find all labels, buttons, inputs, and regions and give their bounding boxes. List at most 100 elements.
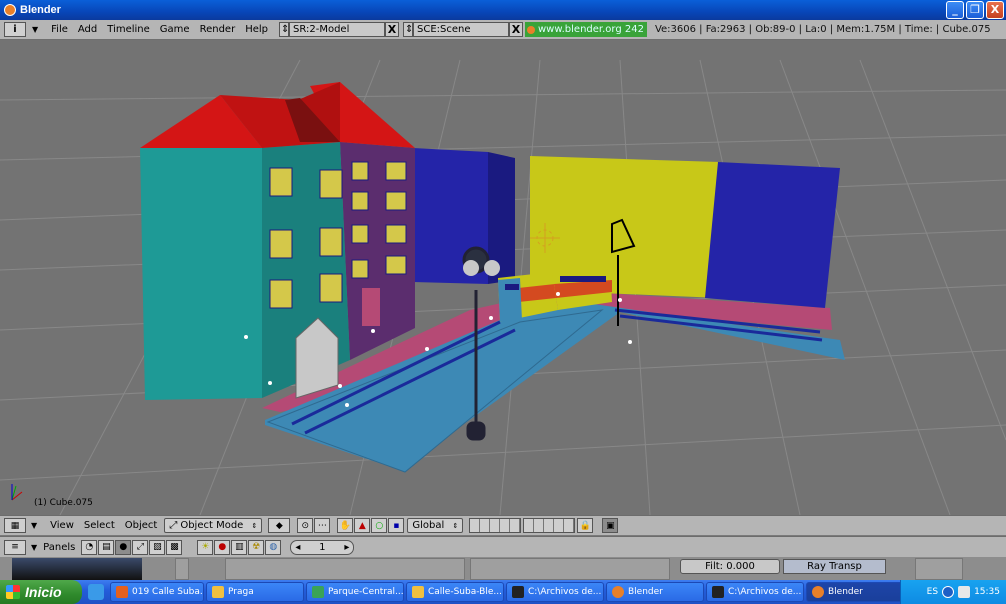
translate-manipulator[interactable]: ▲ bbox=[354, 518, 371, 533]
selected-object-label: (1) Cube.075 bbox=[34, 498, 93, 508]
network-icon[interactable] bbox=[942, 586, 955, 598]
cube-icon: ◆ bbox=[275, 520, 283, 531]
system-tray: ES 15:35 bbox=[900, 580, 1006, 604]
blender-logo-icon bbox=[527, 25, 535, 34]
scene-field[interactable]: SCE:Scene bbox=[413, 22, 509, 37]
task-button[interactable]: Praga bbox=[206, 582, 304, 602]
language-indicator[interactable]: ES bbox=[927, 587, 938, 597]
rotate-manipulator[interactable]: ○ bbox=[371, 518, 388, 533]
filt-field[interactable]: Filt: 0.000 bbox=[680, 559, 780, 574]
scene-browse-button[interactable]: ⇕ bbox=[403, 22, 413, 37]
screen-field[interactable]: SR:2-Model bbox=[289, 22, 385, 37]
ray-transp-button[interactable]: Ray Transp bbox=[783, 559, 886, 574]
task-button-active[interactable]: Blender bbox=[806, 582, 904, 602]
mode-select[interactable]: ⤢ Object Mode ⇕ bbox=[164, 518, 263, 533]
buttons-window-header: ≡ ▼ Panels ◔ ▤ ● ⤢ ▧ ▩ ☀ ● ▥ ☢ ◍ ◂ 1 ▸ bbox=[0, 536, 1006, 557]
manipulator-toggle[interactable]: ✋ bbox=[337, 518, 354, 533]
material-tab[interactable]: ● bbox=[214, 539, 231, 555]
menu-object[interactable]: Object bbox=[120, 520, 163, 531]
menu-file[interactable]: File bbox=[46, 24, 73, 35]
info-window-button[interactable]: i bbox=[4, 22, 26, 37]
menu-select[interactable]: Select bbox=[79, 520, 120, 531]
maximize-button[interactable]: ❐ bbox=[966, 1, 984, 19]
draw-type-button[interactable]: ◆ bbox=[268, 518, 291, 533]
snap-button[interactable]: ⋯ bbox=[314, 518, 331, 533]
triangle-icon: ▲ bbox=[358, 520, 366, 531]
shading-context-button[interactable]: ● bbox=[115, 539, 132, 555]
3d-viewport[interactable] bbox=[0, 40, 1006, 515]
shaders-panel bbox=[470, 558, 670, 580]
console-icon bbox=[512, 586, 524, 598]
layer-buttons-2[interactable] bbox=[523, 518, 576, 533]
editing-context-button[interactable]: ▧ bbox=[149, 539, 166, 555]
quick-launch-icon[interactable] bbox=[88, 584, 104, 600]
scene-stats: Ve:3606 | Fa:2963 | Ob:89-0 | La:0 | Mem… bbox=[654, 24, 991, 35]
clock[interactable]: 15:35 bbox=[974, 587, 1000, 597]
volume-icon[interactable] bbox=[958, 586, 971, 598]
menu-game[interactable]: Game bbox=[155, 24, 195, 35]
lamp-tab[interactable]: ☀ bbox=[197, 539, 214, 555]
menu-render[interactable]: Render bbox=[195, 24, 241, 35]
circle-icon: ○ bbox=[375, 520, 384, 531]
collapse-arrow-icon[interactable]: ▼ bbox=[32, 25, 38, 34]
radiosity-tab[interactable]: ☢ bbox=[248, 539, 265, 555]
snap-icon: ⋯ bbox=[317, 520, 327, 531]
logic-context-button[interactable]: ◔ bbox=[81, 539, 98, 555]
object-icon: ⤢ bbox=[136, 542, 144, 552]
blender-logo-icon bbox=[812, 586, 824, 598]
lock-layers-button[interactable]: 🔒 bbox=[577, 518, 594, 533]
panels-label[interactable]: Panels bbox=[43, 542, 75, 553]
edit-icon: ▧ bbox=[153, 542, 162, 552]
screen-delete-button[interactable]: X bbox=[385, 22, 399, 37]
layer-buttons-1[interactable] bbox=[469, 518, 522, 533]
task-button[interactable]: C:\Archivos de... bbox=[506, 582, 604, 602]
task-button[interactable]: Blender bbox=[606, 582, 704, 602]
scene-delete-button[interactable]: X bbox=[509, 22, 523, 37]
object-context-button[interactable]: ⤢ bbox=[132, 539, 149, 555]
frame-field[interactable]: ◂ 1 ▸ bbox=[290, 539, 355, 555]
buttons-area: Filt: 0.000 Ray Transp bbox=[0, 557, 1006, 580]
3d-view-header: ▦ ▼ View Select Object ⤢ Object Mode ⇕ ◆… bbox=[0, 515, 1006, 535]
world-tab[interactable]: ◍ bbox=[265, 539, 282, 555]
task-button[interactable]: Calle-Suba-Ble... bbox=[406, 582, 504, 602]
scene-context-button[interactable]: ▩ bbox=[166, 539, 183, 555]
collapse-arrow-icon[interactable]: ▼ bbox=[31, 521, 37, 530]
material-icon: ● bbox=[218, 542, 227, 552]
script-icon: ▤ bbox=[102, 542, 111, 552]
editor-type-button[interactable]: ≡ bbox=[4, 539, 26, 555]
increment-icon: ▸ bbox=[344, 541, 350, 553]
collapse-arrow-icon[interactable]: ▼ bbox=[31, 543, 37, 552]
material-panel bbox=[225, 558, 465, 580]
render-preview-button[interactable]: ▣ bbox=[602, 518, 619, 533]
pivot-button[interactable]: ⊙ bbox=[297, 518, 314, 533]
orientation-select[interactable]: Global ⇕ bbox=[407, 518, 464, 533]
script-context-button[interactable]: ▤ bbox=[98, 539, 115, 555]
task-button[interactable]: 019 Calle Suba... bbox=[110, 582, 204, 602]
teal-building-front[interactable] bbox=[140, 148, 262, 400]
dropdown-arrow-icon: ⇕ bbox=[251, 521, 258, 530]
start-button[interactable]: Inicio bbox=[0, 580, 82, 604]
preview-options[interactable] bbox=[175, 558, 189, 580]
minimize-button[interactable]: _ bbox=[946, 1, 964, 19]
main-header: i ▼ File Add Timeline Game Render Help ⇕… bbox=[0, 20, 1006, 40]
clock-face bbox=[484, 260, 500, 276]
close-button[interactable]: X bbox=[986, 1, 1004, 19]
task-button[interactable]: Parque-Central... bbox=[306, 582, 404, 602]
lamp-icon: ☀ bbox=[201, 542, 210, 552]
hand-icon: ✋ bbox=[339, 520, 351, 531]
right-blue-wall[interactable] bbox=[705, 162, 840, 308]
window-title: Blender bbox=[20, 4, 61, 16]
texture-tab[interactable]: ▥ bbox=[231, 539, 248, 555]
task-button[interactable]: C:\Archivos de... bbox=[706, 582, 804, 602]
folder-icon bbox=[412, 586, 424, 598]
menu-view[interactable]: View bbox=[45, 520, 79, 531]
menu-timeline[interactable]: Timeline bbox=[102, 24, 155, 35]
scale-manipulator[interactable]: ▪ bbox=[388, 518, 405, 533]
texture-icon: ▥ bbox=[235, 542, 244, 552]
menu-help[interactable]: Help bbox=[240, 24, 273, 35]
screen-browse-button[interactable]: ⇕ bbox=[279, 22, 289, 37]
windows-logo-icon bbox=[6, 585, 20, 599]
editor-type-button[interactable]: ▦ bbox=[4, 518, 26, 533]
render-icon: ▣ bbox=[606, 520, 615, 531]
menu-add[interactable]: Add bbox=[73, 24, 102, 35]
